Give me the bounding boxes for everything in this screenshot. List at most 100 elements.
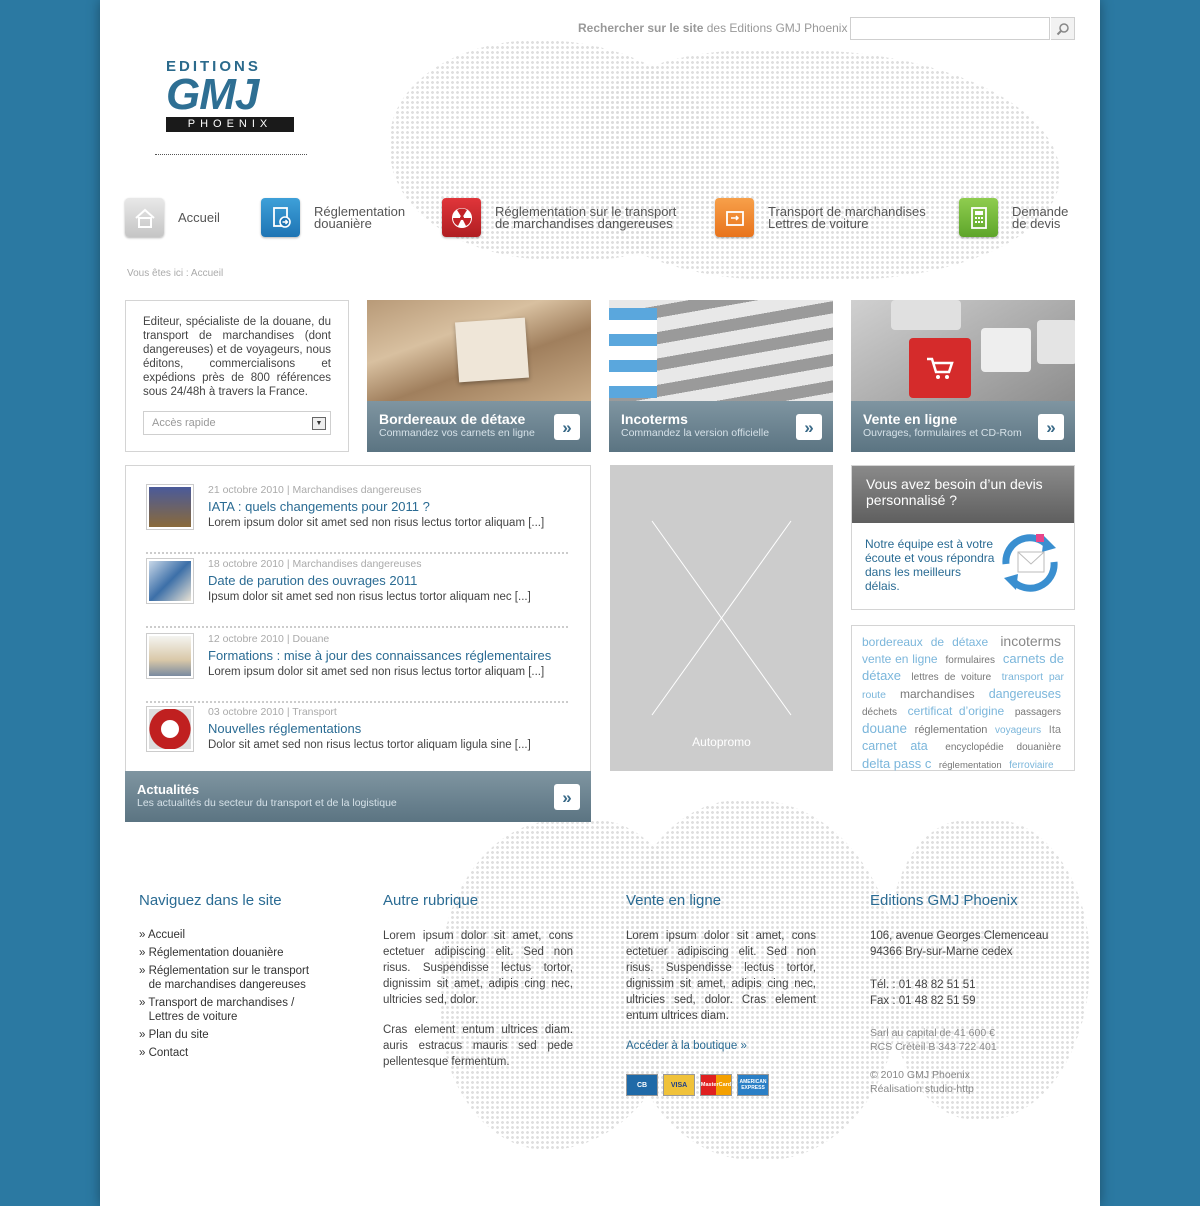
footer-link[interactable]: » Réglementation sur le transport de mar… [139,964,329,992]
tile-subtitle: Commandez vos carnets en ligne [379,427,535,439]
footer-link[interactable]: » Transport de marchandises / Lettres de… [139,996,329,1024]
tag-link[interactable]: delta pass c [862,756,931,771]
legal-info: Sarl au capital de 41 600 € [870,1027,995,1039]
search-label: Rechercher sur le site des Editions GMJ … [578,21,848,35]
tag-link[interactable]: passagers [1015,707,1061,718]
nav-item-marchandises-dangereuses[interactable]: Réglementation sur le transport de march… [442,198,676,237]
news-meta: 18 octobre 2010 | Marchandises dangereus… [208,558,422,570]
calculator-icon [959,198,998,237]
page-container: Rechercher sur le site des Editions GMJ … [100,0,1100,1206]
news-item[interactable]: 12 octobre 2010 | Douane Formations : mi… [146,633,568,707]
tag-link[interactable]: encyclopédie douanière [945,742,1061,753]
tag-link[interactable]: incoterms [1000,633,1061,649]
news-excerpt: Lorem ipsum dolor sit amet sed non risus… [208,666,545,678]
tile-bordereaux[interactable]: Bordereaux de détaxe Commandez vos carne… [367,300,591,452]
footer-link[interactable]: » Plan du site [139,1028,329,1042]
search-button[interactable] [1051,17,1075,40]
news-thumbnail [146,633,194,679]
quick-access-select[interactable]: Accès rapide ▼ [143,411,331,435]
news-band-title: Actualités [137,782,200,797]
legal-info: RCS Créteil B 343 722 401 [870,1041,997,1053]
devis-box[interactable]: Vous avez besoin d’un devis personnalisé… [851,465,1075,610]
footer-link-list: » Accueil » Réglementation douanière » R… [139,928,329,1060]
tag-link[interactable]: dangereuses [989,687,1061,701]
footer-col-contact: Editions GMJ Phoenix 106, avenue Georges… [870,892,1060,1096]
nav-item-transport-marchandises[interactable]: Transport de marchandises Lettres de voi… [715,198,926,237]
news-item[interactable]: 18 octobre 2010 | Marchandises dangereus… [146,558,568,632]
tag-link[interactable]: douane [862,721,907,736]
news-divider [146,552,568,554]
credits[interactable]: Réalisation studio-http [870,1082,1060,1096]
tile-incoterms[interactable]: Incoterms Commandez la version officiell… [609,300,833,452]
news-box: 21 octobre 2010 | Marchandises dangereus… [125,465,591,822]
tag-cloud: bordereaux de détaxe incoterms vente en … [851,625,1075,771]
news-item[interactable]: 21 octobre 2010 | Marchandises dangereus… [146,484,568,558]
footer-link[interactable]: » Réglementation douanière [139,946,329,960]
site-logo[interactable]: EDITIONS GMJ PHOENIX [166,58,296,132]
amex-card-icon: AMERICAN EXPRESS [737,1074,769,1096]
tag-link[interactable]: marchandises [900,687,975,701]
tag-link[interactable]: Ita [1049,724,1061,736]
footer-heading: Vente en ligne [626,892,722,909]
news-divider [146,626,568,628]
autopromo-label: Autopromo [692,735,751,749]
tag-link[interactable]: formulaires [946,655,995,666]
copyright: © 2010 GMJ Phoenix [870,1069,970,1081]
footer-link[interactable]: » Accueil [139,928,329,942]
news-band-subtitle: Les actualités du secteur du transport e… [137,797,397,809]
more-button[interactable]: » [554,784,580,810]
tile-title: Vente en ligne [863,411,958,427]
nav-label: Demande de devis [1012,203,1069,231]
keyboard-image [851,300,1075,401]
more-button[interactable]: » [1038,414,1064,440]
more-button[interactable]: » [796,414,822,440]
tag-link[interactable]: vente en ligne [862,652,938,666]
nav-item-accueil[interactable]: Accueil [125,198,220,237]
tag-link[interactable]: lettres de voiture [911,672,991,683]
tag-link[interactable]: voyageurs [995,725,1041,736]
nav-label: Réglementation douanière [314,203,406,231]
nav-item-reglementation-douaniere[interactable]: Réglementation douanière [261,198,405,237]
address-line: 94366 Bry-sur-Marne cedex [870,946,1013,958]
tile-vente-en-ligne[interactable]: Vente en ligne Ouvrages, formulaires et … [851,300,1075,452]
tile-subtitle: Commandez la version officielle [621,427,770,439]
footer-paragraph: Cras element entum ultrices diam. auris … [383,1024,573,1068]
tag-link[interactable]: réglementation [939,760,1002,771]
news-title[interactable]: Formations : mise à jour des connaissanc… [208,648,551,663]
phone-number: Tél. : 01 48 82 51 51 [870,979,976,991]
search-icon [1056,22,1069,35]
tag-link[interactable]: bordereaux de détaxe [862,635,988,649]
tag-link[interactable]: certificat d’origine [908,704,1005,718]
tile-band: Incoterms Commandez la version officiell… [609,401,833,452]
tag-link[interactable]: ferroviaire [1009,760,1053,771]
news-item[interactable]: 03 octobre 2010 | Transport Nouvelles ré… [146,706,568,780]
more-button[interactable]: » [554,414,580,440]
news-meta: 03 octobre 2010 | Transport [208,706,337,718]
footer-heading: Editions GMJ Phoenix [870,892,1018,909]
search-input[interactable] [850,17,1050,40]
autopromo-placeholder[interactable]: Autopromo [610,465,833,771]
document-icon [261,198,300,237]
quick-access-value: Accès rapide [152,417,216,429]
news-meta: 12 octobre 2010 | Douane [208,633,330,645]
news-title[interactable]: Date de parution des ouvrages 2011 [208,573,417,588]
devis-heading: Vous avez besoin d’un devis personnalisé… [852,466,1074,523]
shop-link[interactable]: Accéder à la boutique » [626,1040,816,1052]
nav-item-demande-devis[interactable]: Demande de devis [959,198,1068,237]
news-thumbnail [146,706,194,752]
tile-subtitle: Ouvrages, formulaires et CD-Rom [863,427,1022,439]
tag-link[interactable]: carnet ata [862,739,928,753]
folders-image [367,300,591,401]
tag-link[interactable]: déchets [862,707,897,718]
chevron-down-icon: ▼ [312,417,326,430]
tag-link[interactable]: réglementation [915,724,988,736]
address-line: 106, avenue Georges Clemenceau [870,930,1049,942]
news-title[interactable]: IATA : quels changements pour 2011 ? [208,499,430,514]
cb-card-icon: CB [626,1074,658,1096]
news-thumbnail [146,558,194,604]
news-title[interactable]: Nouvelles réglementations [208,721,361,736]
footer-col-navigation: Naviguez dans le site » Accueil » Réglem… [139,892,329,1064]
footer-link[interactable]: » Contact [139,1046,329,1060]
tile-title: Bordereaux de détaxe [379,411,526,427]
incoterms-chart-image [609,300,833,401]
